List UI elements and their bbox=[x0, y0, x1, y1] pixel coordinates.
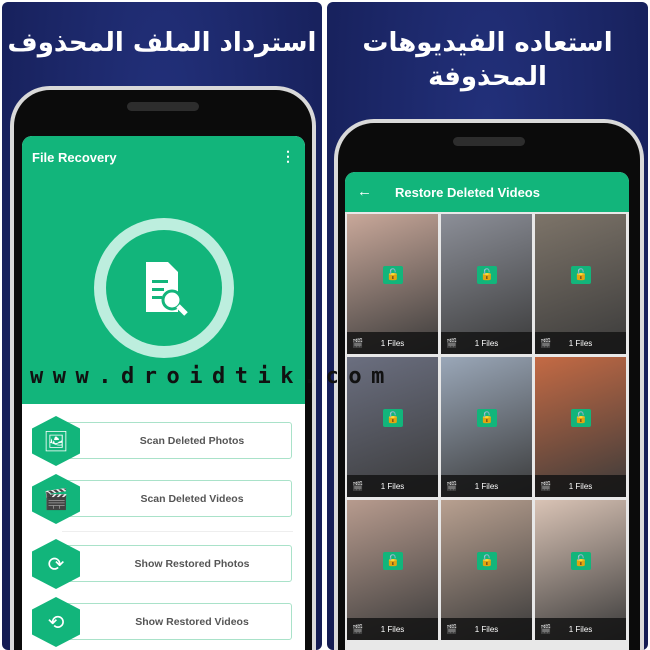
lock-icon: 🔓 bbox=[477, 552, 497, 570]
lock-icon: 🔓 bbox=[571, 552, 591, 570]
home-screen: File Recovery ⋮ Scan Deleted Photos 🖼 Sc… bbox=[22, 136, 305, 650]
phone-speaker bbox=[127, 102, 199, 111]
tile-caption: 🎬 1 Files bbox=[347, 475, 438, 497]
lock-icon: 🔓 bbox=[383, 552, 403, 570]
more-vertical-icon[interactable]: ⋮ bbox=[281, 148, 295, 165]
show-restored-videos-button[interactable]: Show Restored Videos bbox=[52, 603, 292, 640]
scan-deleted-videos-button[interactable]: Scan Deleted Videos bbox=[52, 480, 292, 517]
video-icon: 🎬 bbox=[352, 623, 364, 634]
file-count: 1 Files bbox=[568, 481, 593, 491]
video-tile[interactable]: 🔓 🎬 1 Files bbox=[347, 500, 438, 640]
lock-icon: 🔓 bbox=[571, 409, 591, 427]
lock-icon: 🔓 bbox=[383, 409, 403, 427]
lock-icon: 🔓 bbox=[571, 266, 591, 284]
scan-deleted-photos-button[interactable]: Scan Deleted Photos bbox=[52, 422, 292, 459]
file-count: 1 Files bbox=[380, 624, 405, 634]
file-search-icon bbox=[106, 230, 222, 346]
file-count: 1 Files bbox=[474, 481, 499, 491]
file-count: 1 Files bbox=[568, 624, 593, 634]
file-count: 1 Files bbox=[474, 338, 499, 348]
video-tile[interactable]: 🔓 🎬 1 Files bbox=[441, 500, 532, 640]
tile-caption: 🎬 1 Files bbox=[441, 618, 532, 640]
video-icon: 🎬 bbox=[446, 480, 458, 491]
divider bbox=[62, 531, 293, 532]
video-tile[interactable]: 🔓 🎬 1 Files bbox=[441, 357, 532, 497]
tile-caption: 🎬 1 Files bbox=[535, 618, 626, 640]
app-title: File Recovery bbox=[32, 150, 117, 165]
file-count: 1 Files bbox=[474, 624, 499, 634]
lock-icon: 🔓 bbox=[477, 266, 497, 284]
tile-caption: 🎬 1 Files bbox=[535, 475, 626, 497]
restore-videos-screen: ← Restore Deleted Videos 🔓 🎬 1 Files 🔓 🎬 1 Fi… bbox=[345, 172, 629, 650]
video-icon: 🎬 bbox=[540, 337, 552, 348]
tile-caption: 🎬 1 Files bbox=[441, 475, 532, 497]
video-icon: 🎬 bbox=[540, 480, 552, 491]
video-tile[interactable]: 🔓 🎬 1 Files bbox=[441, 214, 532, 354]
right-panel-title-line1: استعاده الفيديوهات bbox=[362, 28, 613, 58]
video-tile[interactable]: 🔓 🎬 1 Files bbox=[535, 214, 626, 354]
logo-circle bbox=[94, 218, 234, 358]
screen-title: Restore Deleted Videos bbox=[395, 185, 540, 200]
left-promo-panel: استرداد الملف المحذوف File Recovery ⋮ Sc… bbox=[2, 2, 322, 650]
tile-caption: 🎬 1 Files bbox=[535, 332, 626, 354]
video-icon: 🎬 bbox=[446, 623, 458, 634]
file-count: 1 Files bbox=[568, 338, 593, 348]
file-count: 1 Files bbox=[380, 338, 405, 348]
right-promo-panel: استعاده الفيديوهات المحذوفة ← Restore De… bbox=[327, 2, 648, 650]
left-panel-title: استرداد الملف المحذوف bbox=[7, 28, 317, 58]
watermark: www.droidtik.com bbox=[30, 364, 394, 389]
tile-caption: 🎬 1 Files bbox=[441, 332, 532, 354]
right-panel-title-line2: المحذوفة bbox=[428, 62, 547, 92]
video-tile[interactable]: 🔓 🎬 1 Files bbox=[535, 357, 626, 497]
lock-icon: 🔓 bbox=[383, 266, 403, 284]
video-icon: 🎬 bbox=[446, 337, 458, 348]
video-icon: 🎬 bbox=[352, 480, 364, 491]
phone-speaker bbox=[453, 137, 525, 146]
video-tile[interactable]: 🔓 🎬 1 Files bbox=[347, 214, 438, 354]
tile-caption: 🎬 1 Files bbox=[347, 618, 438, 640]
video-tile[interactable]: 🔓 🎬 1 Files bbox=[535, 500, 626, 640]
lock-icon: 🔓 bbox=[477, 409, 497, 427]
file-count: 1 Files bbox=[380, 481, 405, 491]
video-icon: 🎬 bbox=[540, 623, 552, 634]
toolbar: ← Restore Deleted Videos bbox=[345, 172, 629, 212]
video-icon: 🎬 bbox=[352, 337, 364, 348]
show-restored-photos-button[interactable]: Show Restored Photos bbox=[52, 545, 292, 582]
arrow-left-icon[interactable]: ← bbox=[357, 183, 372, 200]
tile-caption: 🎬 1 Files bbox=[347, 332, 438, 354]
